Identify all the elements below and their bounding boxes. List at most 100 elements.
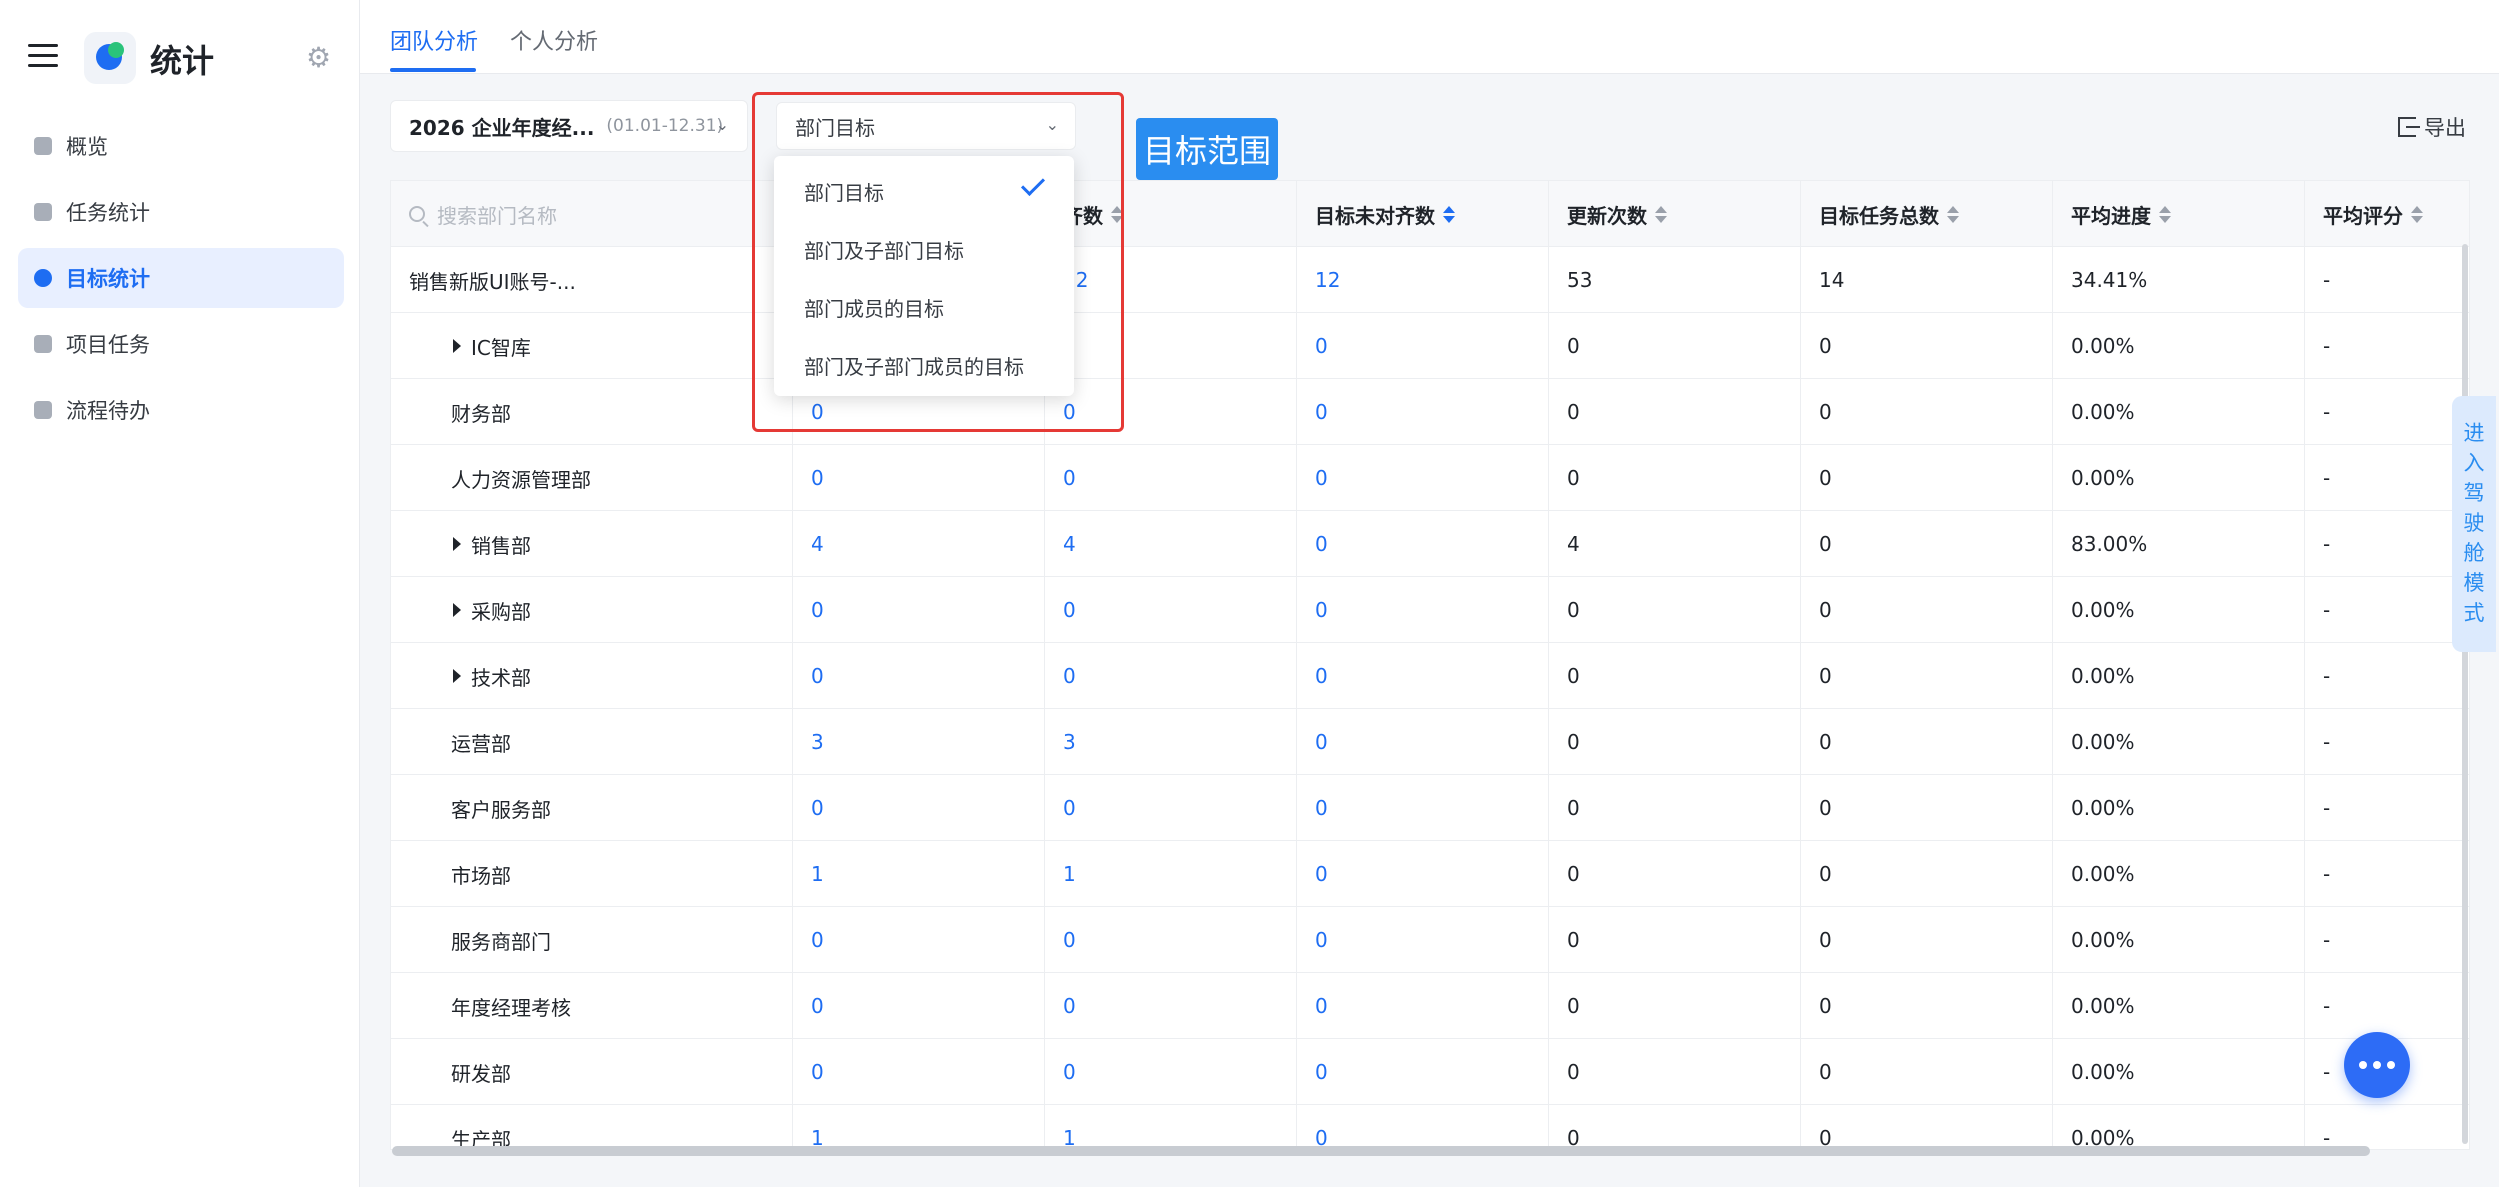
period-select[interactable]: 2026 企业年度经... (01.01-12.31) ⌄ (390, 100, 748, 152)
table-cell[interactable]: 3 (1045, 709, 1297, 775)
table-cell[interactable]: 0 (793, 973, 1045, 1039)
table-cell: 0 (1549, 643, 1801, 709)
table-cell[interactable]: 0 (1045, 643, 1297, 709)
cockpit-mode-tab[interactable]: 进入驾驶舱模式 (2452, 396, 2496, 652)
table-cell[interactable] (1045, 313, 1297, 379)
table-cell: 0 (1801, 709, 2053, 775)
table-cell[interactable]: 0 (1297, 577, 1549, 643)
app-title: 统计 (150, 42, 215, 80)
table-cell: 83.00% (2053, 511, 2305, 577)
table-cell: 0 (1801, 973, 2053, 1039)
table-cell[interactable]: 0 (793, 577, 1045, 643)
column-header-label: 平均进度 (2071, 203, 2151, 228)
table-row[interactable]: 服务商部门 0 0 0 0 0 0.00% - (391, 907, 2469, 973)
vertical-scrollbar[interactable] (2462, 244, 2468, 1144)
table-cell[interactable]: 0 (1297, 1039, 1549, 1105)
table-cell[interactable]: 0 (1297, 1105, 1549, 1149)
table-cell[interactable]: 0 (793, 907, 1045, 973)
column-header[interactable]: 平均进度 (2053, 181, 2305, 247)
scope-select[interactable]: 部门目标 ⌄ (776, 102, 1076, 150)
table-cell[interactable]: 0 (793, 445, 1045, 511)
table-row[interactable]: 研发部 0 0 0 0 0 0.00% - (391, 1039, 2469, 1105)
horizontal-scrollbar[interactable] (392, 1146, 2370, 1156)
table-row[interactable]: 销售部 4 4 0 4 0 83.00% - (391, 511, 2469, 577)
sidebar-item-task-stats[interactable]: 任务统计 (18, 182, 344, 242)
table-cell[interactable]: 0 (1297, 709, 1549, 775)
table-cell: 0.00% (2053, 643, 2305, 709)
tab-team-analysis[interactable]: 团队分析 (390, 24, 478, 56)
table-cell[interactable]: 1 (793, 841, 1045, 907)
table-row[interactable]: 财务部 0 0 0 0 0 0.00% - (391, 379, 2469, 445)
table-cell[interactable]: 0 (1297, 379, 1549, 445)
table-cell[interactable]: 1 (793, 1105, 1045, 1149)
sort-icon[interactable] (1111, 205, 1123, 223)
table-cell[interactable]: 0 (1297, 445, 1549, 511)
table-cell[interactable]: 0 (1045, 1039, 1297, 1105)
column-header[interactable]: 更新次数 (1549, 181, 1801, 247)
table-cell[interactable]: 0 (793, 775, 1045, 841)
column-header[interactable]: 目标未对齐数 (1297, 181, 1549, 247)
table-cell[interactable]: 0 (1297, 643, 1549, 709)
table-row[interactable]: 客户服务部 0 0 0 0 0 0.00% - (391, 775, 2469, 841)
sidebar-item-workflow[interactable]: 流程待办 (18, 380, 344, 440)
sort-icon[interactable] (1947, 205, 1959, 223)
export-button[interactable]: 导出 (2398, 112, 2466, 142)
table-cell[interactable]: 12 (1045, 247, 1297, 313)
table-cell[interactable]: 0 (1045, 775, 1297, 841)
table-cell[interactable]: 3 (793, 709, 1045, 775)
sidebar-item-overview[interactable]: 概览 (18, 116, 344, 176)
table-cell[interactable]: 0 (1297, 841, 1549, 907)
table-row[interactable]: 市场部 1 1 0 0 0 0.00% - (391, 841, 2469, 907)
table-cell[interactable]: 0 (1297, 973, 1549, 1039)
table-cell[interactable]: 0 (1297, 907, 1549, 973)
table-cell[interactable]: 0 (1297, 511, 1549, 577)
table-cell: 0 (1549, 313, 1801, 379)
dropdown-option[interactable]: 部门目标 (774, 162, 1074, 220)
sort-icon[interactable] (2159, 205, 2171, 223)
column-header[interactable]: 目标任务总数 (1801, 181, 2053, 247)
table-cell[interactable]: 0 (1045, 445, 1297, 511)
sort-icon[interactable] (1443, 205, 1455, 223)
table-cell[interactable]: 1 (1045, 1105, 1297, 1149)
sort-icon[interactable] (1655, 205, 1667, 223)
dropdown-option[interactable]: 部门及子部门目标 (774, 220, 1074, 278)
table-cell[interactable]: 0 (1045, 577, 1297, 643)
department-name: 年度经理考核 (451, 995, 571, 1020)
table-cell[interactable]: 0 (793, 643, 1045, 709)
expand-caret-icon[interactable] (453, 603, 461, 617)
table-row[interactable]: 人力资源管理部 0 0 0 0 0 0.00% - (391, 445, 2469, 511)
tab-personal-analysis[interactable]: 个人分析 (510, 24, 598, 56)
column-header[interactable]: 平均评分 (2305, 181, 2469, 247)
expand-caret-icon[interactable] (453, 537, 461, 551)
table-row[interactable]: 运营部 3 3 0 0 0 0.00% - (391, 709, 2469, 775)
table-row[interactable]: 技术部 0 0 0 0 0 0.00% - (391, 643, 2469, 709)
expand-caret-icon[interactable] (453, 669, 461, 683)
table-cell[interactable]: 4 (793, 511, 1045, 577)
expand-caret-icon[interactable] (453, 339, 461, 353)
table-cell[interactable]: 0 (1045, 907, 1297, 973)
sidebar-item-project-tasks[interactable]: 项目任务 (18, 314, 344, 374)
more-actions-button[interactable] (2344, 1032, 2410, 1098)
table-row[interactable]: 生产部 1 1 0 0 0 0.00% - (391, 1105, 2469, 1149)
table-row[interactable]: 销售新版UI账号-... 12 12 53 14 34.41% - (391, 247, 2469, 313)
search-input[interactable]: 搜索部门名称 (391, 181, 793, 247)
table-row[interactable]: IC智库 0 0 0 0.00% - (391, 313, 2469, 379)
table-cell[interactable]: 0 (793, 1039, 1045, 1105)
table-cell[interactable]: 0 (1045, 379, 1297, 445)
table-cell[interactable]: 0 (1297, 775, 1549, 841)
table-cell[interactable]: 1 (1045, 841, 1297, 907)
table-cell[interactable]: 0 (1045, 973, 1297, 1039)
dropdown-option[interactable]: 部门成员的目标 (774, 278, 1074, 336)
table-cell: - (2305, 313, 2469, 379)
table-row[interactable]: 年度经理考核 0 0 0 0 0 0.00% - (391, 973, 2469, 1039)
table-row[interactable]: 采购部 0 0 0 0 0 0.00% - (391, 577, 2469, 643)
sidebar-item-target-stats[interactable]: 目标统计 (18, 248, 344, 308)
table-cell[interactable]: 4 (1045, 511, 1297, 577)
table-cell[interactable]: 12 (1297, 247, 1549, 313)
gear-icon[interactable]: ⚙ (306, 44, 334, 72)
table-cell: 0 (1549, 841, 1801, 907)
menu-icon[interactable] (28, 44, 58, 68)
table-cell[interactable]: 0 (1297, 313, 1549, 379)
sort-icon[interactable] (2411, 205, 2423, 223)
dropdown-option[interactable]: 部门及子部门成员的目标 (774, 336, 1074, 394)
